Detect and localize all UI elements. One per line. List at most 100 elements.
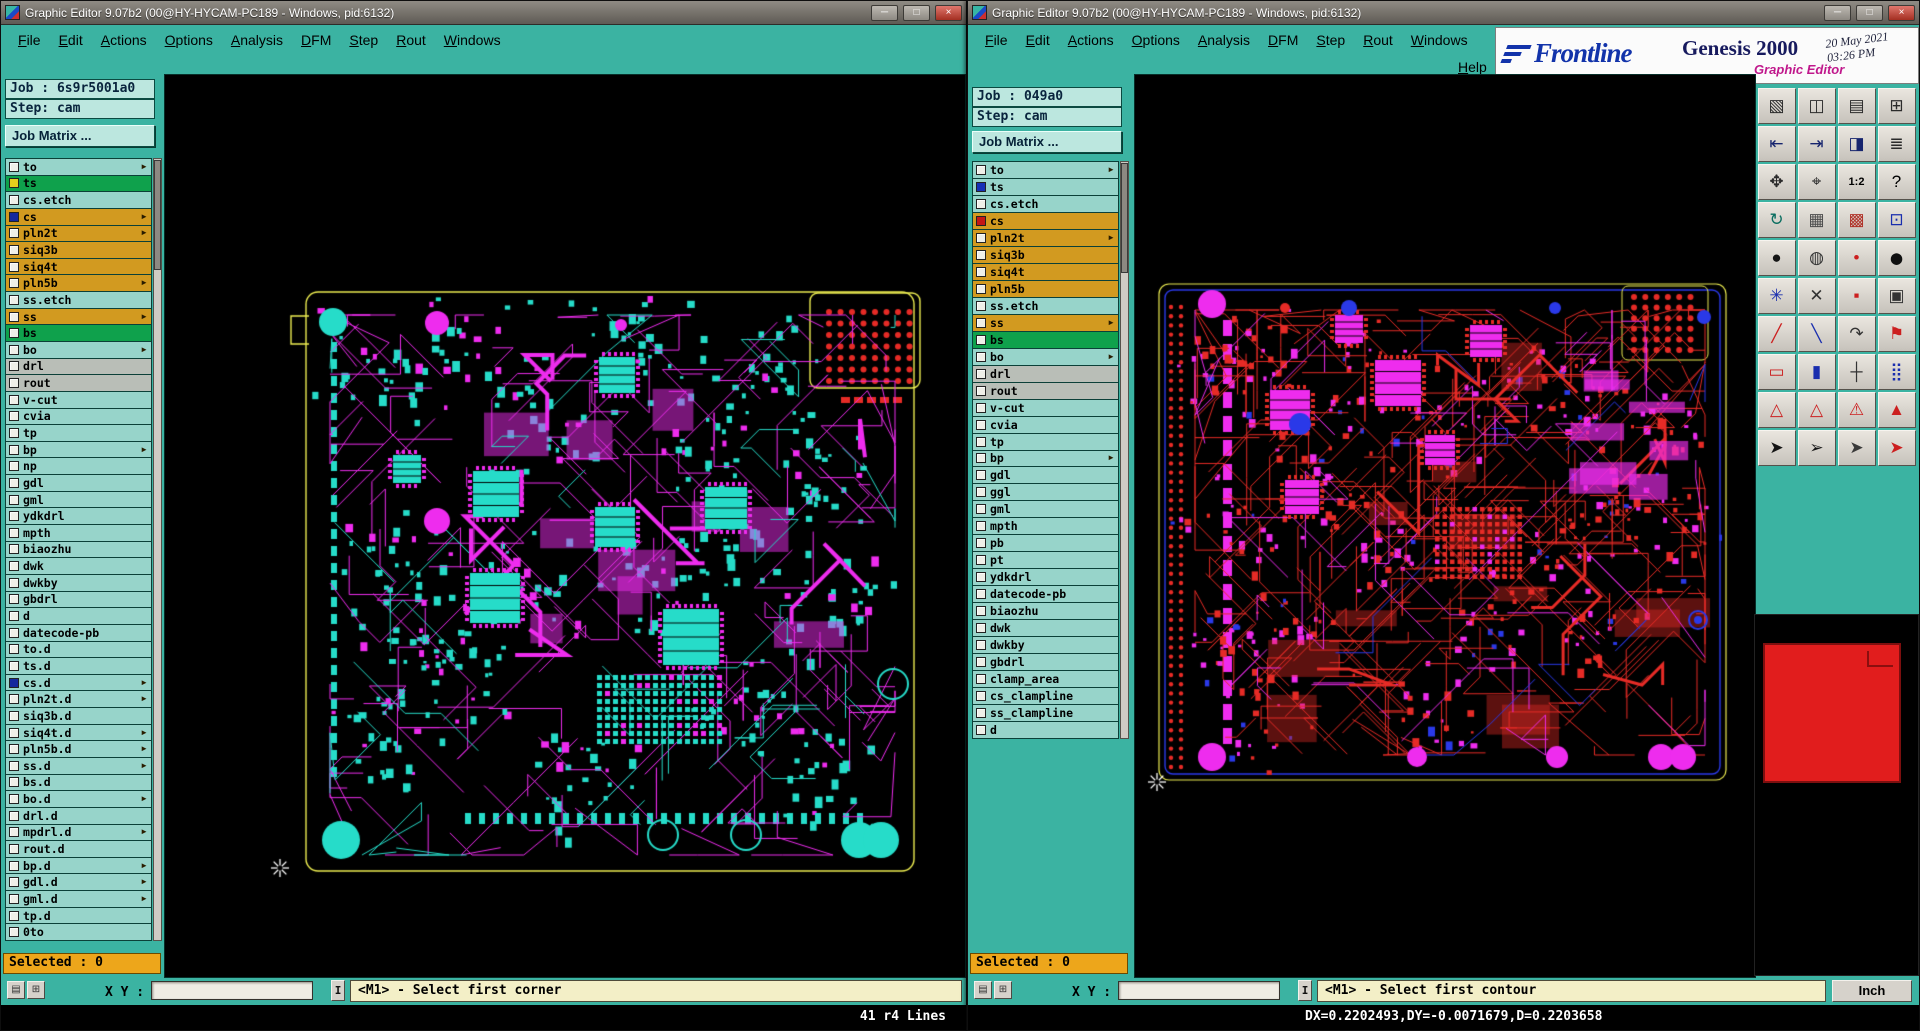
layer-row-biaozhu[interactable]: biaozhu [6, 541, 151, 558]
layer-visibility-checkbox[interactable] [9, 594, 19, 605]
menu-dfm[interactable]: DFM [292, 29, 340, 51]
layer-row-d[interactable]: d [6, 608, 151, 624]
layer-visibility-checkbox[interactable] [9, 561, 19, 572]
layer-row-bo[interactable]: bo ► [973, 348, 1118, 365]
matrix-colors-icon[interactable]: ⊡ [1877, 202, 1916, 238]
layer-visibility-checkbox[interactable] [976, 487, 986, 498]
xy-input[interactable] [151, 981, 313, 1000]
arc-tool-icon[interactable]: ↷ [1837, 316, 1876, 352]
layer-row-to[interactable]: to ► [6, 159, 151, 175]
layer-row-gml[interactable]: gml [973, 501, 1118, 518]
layer-row-siq3b[interactable]: siq3b [6, 242, 151, 258]
layer-row-cs.d[interactable]: cs.d ► [6, 674, 151, 691]
snap-grid-button[interactable]: ⊞ [27, 981, 45, 999]
layer-row-pb[interactable]: pb [973, 535, 1118, 552]
layer-visibility-checkbox[interactable] [9, 444, 19, 455]
layer-visibility-checkbox[interactable] [9, 278, 19, 289]
layer-visibility-checkbox[interactable] [976, 640, 986, 651]
menu-rout[interactable]: Rout [1354, 29, 1402, 51]
layer-visibility-checkbox[interactable] [976, 606, 986, 617]
outline-cursor-icon[interactable]: ➢ [1797, 430, 1836, 466]
layer-visibility-checkbox[interactable] [9, 311, 19, 322]
layer-visibility-checkbox[interactable] [976, 334, 986, 345]
menu-windows[interactable]: Windows [1402, 29, 1477, 51]
xy-input[interactable] [1118, 981, 1280, 1000]
warning-alert-icon[interactable]: ⚠ [1837, 392, 1876, 428]
layer-visibility-checkbox[interactable] [976, 266, 986, 277]
layer-visibility-checkbox[interactable] [976, 249, 986, 260]
layer-visibility-checkbox[interactable] [9, 511, 19, 522]
layer-visibility-checkbox[interactable] [9, 710, 19, 721]
layer-visibility-checkbox[interactable] [9, 494, 19, 505]
menu-edit[interactable]: Edit [50, 29, 92, 51]
separator-button[interactable]: I [1298, 980, 1312, 1001]
layer-visibility-checkbox[interactable] [976, 623, 986, 634]
layer-visibility-checkbox[interactable] [9, 927, 19, 938]
job-matrix-button[interactable]: Job Matrix ... [5, 125, 155, 147]
layer-visibility-checkbox[interactable] [9, 627, 19, 638]
menu-file[interactable]: File [9, 29, 50, 51]
layer-visibility-checkbox[interactable] [976, 232, 986, 243]
layer-row-dwk[interactable]: dwk [973, 620, 1118, 637]
layer-row-to.d[interactable]: to.d [6, 641, 151, 658]
menu-actions[interactable]: Actions [1059, 29, 1123, 51]
flag-tool-icon[interactable]: ⚑ [1877, 316, 1916, 352]
layer-visibility-checkbox[interactable] [9, 428, 19, 439]
layer-visibility-checkbox[interactable] [976, 164, 986, 175]
menu-windows[interactable]: Windows [435, 29, 510, 51]
layer-visibility-checkbox[interactable] [976, 453, 986, 464]
layer-row-bp.d[interactable]: bp.d ► [6, 857, 151, 874]
layer-visibility-checkbox[interactable] [976, 215, 986, 226]
scrollbar-thumb[interactable] [1121, 163, 1128, 273]
layer-row-siq4t[interactable]: siq4t [973, 263, 1118, 280]
layer-row-ydkdrl[interactable]: ydkdrl [973, 569, 1118, 586]
layer-visibility-checkbox[interactable] [976, 283, 986, 294]
filled-pad-icon[interactable]: ● [1757, 240, 1796, 276]
component-icon[interactable]: ▣ [1877, 278, 1916, 314]
layer-visibility-checkbox[interactable] [9, 161, 19, 172]
dot-matrix-icon[interactable]: ⣿ [1877, 354, 1916, 390]
layer-row-gml[interactable]: gml [6, 491, 151, 508]
crosshair-icon[interactable]: ┼ [1837, 354, 1876, 390]
help-button[interactable]: ? [1877, 164, 1916, 200]
layer-visibility-checkbox[interactable] [976, 402, 986, 413]
layer-row-dwkby[interactable]: dwkby [973, 637, 1118, 654]
blue-bar-icon[interactable]: ▮ [1797, 354, 1836, 390]
layer-row-rout.d[interactable]: rout.d [6, 841, 151, 857]
blue-star-icon[interactable]: ✳ [1757, 278, 1796, 314]
layer-visibility-checkbox[interactable] [9, 843, 19, 854]
pan-all-icon[interactable]: ✥ [1757, 164, 1796, 200]
window-grid-icon[interactable]: ⊞ [1877, 88, 1916, 124]
layer-visibility-checkbox[interactable] [9, 211, 19, 222]
layer-visibility-checkbox[interactable] [9, 228, 19, 239]
layer-visibility-checkbox[interactable] [9, 727, 19, 738]
blue-slope-icon[interactable]: ╲ [1797, 316, 1836, 352]
layer-row-datecode-pb[interactable]: datecode-pb [6, 624, 151, 641]
layer-row-biaozhu[interactable]: biaozhu [973, 603, 1118, 620]
warning-outline2-icon[interactable]: △ [1797, 392, 1836, 428]
layer-row-drl[interactable]: drl [6, 358, 151, 375]
layer-row-gdl[interactable]: gdl [6, 475, 151, 491]
layer-row-v-cut[interactable]: v-cut [973, 399, 1118, 416]
menu-step[interactable]: Step [340, 29, 387, 51]
layer-row-ss.etch[interactable]: ss.etch [973, 297, 1118, 314]
layer-row-bs[interactable]: bs [973, 331, 1118, 348]
red-chip-icon[interactable]: ▪ [1837, 278, 1876, 314]
layer-visibility-checkbox[interactable] [9, 577, 19, 588]
layer-row-clamp_area[interactable]: clamp_area [973, 671, 1118, 688]
warning-outline-icon[interactable]: △ [1757, 392, 1796, 428]
title-bar[interactable]: Graphic Editor 9.07b2 (00@HY-HYCAM-PC189… [968, 1, 1919, 25]
solid-dot-icon[interactable]: ⬤ [1877, 240, 1916, 276]
layer-visibility-checkbox[interactable] [976, 555, 986, 566]
layer-row-gdl.d[interactable]: gdl.d ► [6, 874, 151, 891]
layer-row-cs[interactable]: cs ► [6, 208, 151, 225]
layer-list-scrollbar[interactable] [1120, 161, 1129, 739]
layer-row-rout[interactable]: rout [973, 382, 1118, 399]
layer-visibility-checkbox[interactable] [9, 328, 19, 339]
layer-visibility-checkbox[interactable] [976, 725, 986, 735]
layer-visibility-checkbox[interactable] [9, 611, 19, 622]
layer-row-siq4t[interactable]: siq4t [6, 258, 151, 275]
separator-button[interactable]: I [331, 980, 345, 1001]
layer-row-pln5b.d[interactable]: pln5b.d ► [6, 741, 151, 757]
redraw-icon[interactable]: ↻ [1757, 202, 1796, 238]
